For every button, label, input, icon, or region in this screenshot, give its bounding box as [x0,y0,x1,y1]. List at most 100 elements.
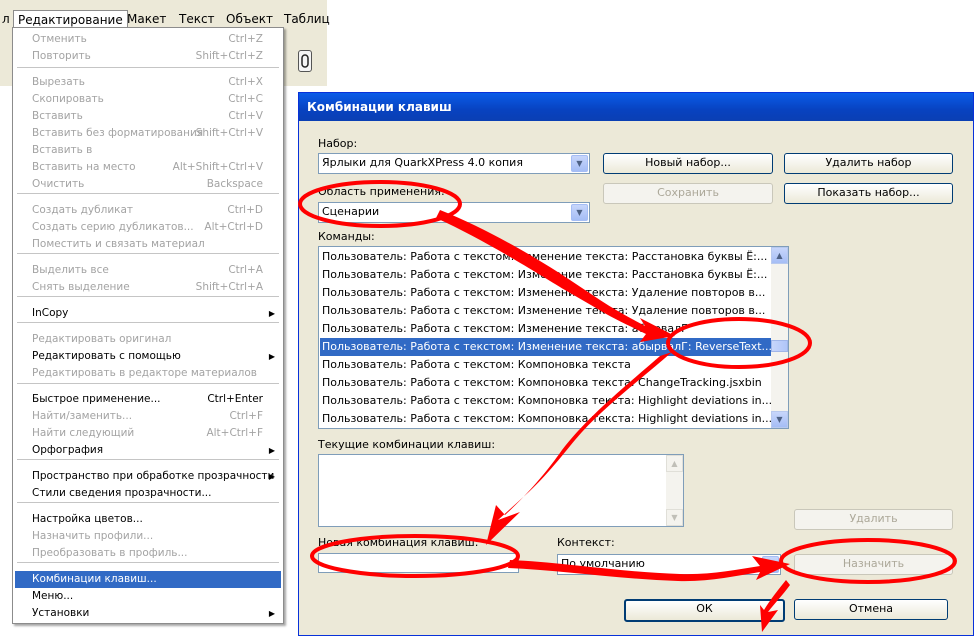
edit-menu-item[interactable]: Выделить все Ctrl+A [15,262,281,279]
edit-menu-item[interactable]: Комбинации клавиш... [15,571,281,588]
context-select-value: По умолчанию [561,557,645,570]
submenu-arrow-icon: ▶ [268,472,275,481]
edit-menu-item-shortcut: Ctrl+F [229,410,263,422]
menu-item-layout[interactable]: Макет [123,10,170,28]
command-row[interactable]: Пользователь: Работа с текстом: Изменени… [320,284,772,302]
menu-item-text[interactable]: Текст [175,10,219,28]
command-row[interactable]: Пользователь: Работа с текстом: Компонов… [320,410,772,428]
scroll-down-icon[interactable]: ▼ [771,411,788,428]
command-row[interactable]: Пользователь: Работа с текстом: Изменени… [320,266,772,284]
ok-button[interactable]: ОК [624,599,785,622]
edit-menu-item-label: InCopy [32,307,69,319]
dialog-title: Комбинации клавиш [307,100,452,114]
new-set-button[interactable]: Новый набор... [603,153,773,174]
edit-menu-item[interactable]: Отменить Ctrl+Z [15,31,281,48]
commands-list[interactable]: Пользователь: Работа с текстом: Изменени… [318,246,789,429]
command-row[interactable]: Пользователь: Работа с текстом: Изменени… [320,320,772,338]
edit-menu-item[interactable]: Повторить Shift+Ctrl+Z [15,48,281,65]
scroll-down-icon[interactable]: ▼ [666,509,683,526]
menu-separator [17,322,279,323]
edit-menu-item-label: Вставить [32,110,83,122]
edit-menu-item-label: Быстрое применение... [32,393,161,405]
edit-menu-item[interactable]: Редактировать в редакторе материалов [15,365,281,382]
save-button[interactable]: Сохранить [603,183,773,204]
edit-menu-item-label: Назначить профили... [32,530,154,542]
new-shortcut-input[interactable] [318,553,519,573]
edit-menu-item[interactable]: Стили сведения прозрачности... [15,485,281,502]
edit-menu-item[interactable]: Найти/заменить... Ctrl+F [15,408,281,425]
command-row[interactable]: Пользователь: Работа с текстом: Изменени… [320,338,772,356]
edit-menu-item[interactable]: Создать серию дубликатов... Alt+Ctrl+D [15,219,281,236]
edit-menu-item-label: Найти следующий [32,427,135,439]
edit-menu-item-label: Пространство при обработке прозрачности [32,470,275,482]
commands-label: Команды: [318,230,375,243]
menu-item-table[interactable]: Таблиц [280,10,334,28]
edit-menu-item-label: Создать дубликат [32,204,134,216]
cancel-button[interactable]: Отмена [794,599,948,620]
edit-menu-item-label: Меню... [32,590,74,602]
assign-button[interactable]: Назначить [794,554,953,575]
edit-menu-item[interactable]: Преобразовать в профиль... [15,545,281,562]
scroll-thumb[interactable] [771,340,788,352]
edit-menu-item-label: Очистить [32,178,85,190]
edit-menu-item[interactable]: Назначить профили... [15,528,281,545]
context-select[interactable]: По умолчанию ▼ [557,554,781,575]
edit-menu-item[interactable]: Создать дубликат Ctrl+D [15,202,281,219]
command-row[interactable]: Пользователь: Работа с текстом: Изменени… [320,248,772,266]
edit-menu-item-shortcut: Alt+Shift+Ctrl+V [172,161,263,173]
current-shortcuts-list[interactable]: ▲ ▼ [318,454,684,527]
chevron-down-icon[interactable]: ▼ [762,556,779,573]
current-shortcuts-scrollbar[interactable]: ▲ ▼ [666,455,683,526]
edit-menu-item-label: Вставить в [32,144,93,156]
edit-menu-item-label: Найти/заменить... [32,410,133,422]
edit-menu-item-label: Преобразовать в профиль... [32,547,188,559]
delete-set-button[interactable]: Удалить набор [784,153,953,174]
edit-menu-item-label: Поместить и связать материал [32,238,205,250]
edit-menu-item[interactable]: Меню... [15,588,281,605]
edit-menu-item-label: Установки [32,607,90,619]
chain-link-icon[interactable] [298,50,312,72]
area-select[interactable]: Сценарии ▼ [318,202,590,223]
scroll-up-icon[interactable]: ▲ [771,247,788,264]
command-row[interactable]: Пользователь: Работа с текстом: Изменени… [320,302,772,320]
edit-menu-item[interactable]: Вставить на место Alt+Shift+Ctrl+V [15,159,281,176]
edit-menu-item-label: Снять выделение [32,281,130,293]
scroll-up-icon[interactable]: ▲ [666,455,683,472]
edit-menu-item-label: Комбинации клавиш... [32,573,157,585]
command-row[interactable]: Пользователь: Работа с текстом: Компонов… [320,392,772,410]
show-set-button[interactable]: Показать набор... [784,183,953,204]
edit-menu-item[interactable]: Поместить и связать материал [15,236,281,253]
keyboard-shortcuts-dialog: Комбинации клавиш Набор: Ярлыки для Quar… [298,92,974,636]
edit-menu-item[interactable]: Найти следующий Alt+Ctrl+F [15,425,281,442]
edit-menu-item[interactable]: Очистить Backspace [15,176,281,193]
edit-menu-item-label: Отменить [32,33,87,45]
edit-menu-item[interactable]: Установки ▶ [15,605,281,622]
menu-separator [17,296,279,297]
edit-menu-item[interactable]: Вставить Ctrl+V [15,108,281,125]
edit-menu-item[interactable]: Вставить в [15,142,281,159]
edit-menu-item[interactable]: Снять выделение Shift+Ctrl+A [15,279,281,296]
dialog-titlebar[interactable]: Комбинации клавиш [299,93,973,121]
menu-separator [17,502,279,503]
chevron-down-icon[interactable]: ▼ [571,155,588,172]
edit-menu-item[interactable]: Орфография ▶ [15,442,281,459]
edit-menu-item[interactable]: Вырезать Ctrl+X [15,74,281,91]
edit-menu-item[interactable]: Редактировать с помощью ▶ [15,348,281,365]
command-row[interactable]: Пользователь: Работа с текстом: Компонов… [320,356,772,374]
edit-menu-item[interactable]: InCopy ▶ [15,305,281,322]
edit-menu-item-label: Вставить на место [32,161,136,173]
commands-scrollbar[interactable]: ▲ ▼ [771,247,788,428]
menu-item-file-partial[interactable]: л [0,10,14,28]
set-select[interactable]: Ярлыки для QuarkXPress 4.0 копия ▼ [318,153,590,174]
edit-menu-item[interactable]: Редактировать оригинал [15,331,281,348]
edit-menu-item[interactable]: Скопировать Ctrl+C [15,91,281,108]
edit-menu-item[interactable]: Настройка цветов... [15,511,281,528]
submenu-arrow-icon: ▶ [268,446,275,455]
chevron-down-icon[interactable]: ▼ [571,204,588,221]
edit-menu-item[interactable]: Быстрое применение... Ctrl+Enter [15,391,281,408]
edit-menu-item[interactable]: Пространство при обработке прозрачности ▶ [15,468,281,485]
command-row[interactable]: Пользователь: Работа с текстом: Компонов… [320,374,772,392]
menu-item-object[interactable]: Объект [222,10,277,28]
remove-button[interactable]: Удалить [794,509,953,530]
edit-menu-item[interactable]: Вставить без форматирования Shift+Ctrl+V [15,125,281,142]
